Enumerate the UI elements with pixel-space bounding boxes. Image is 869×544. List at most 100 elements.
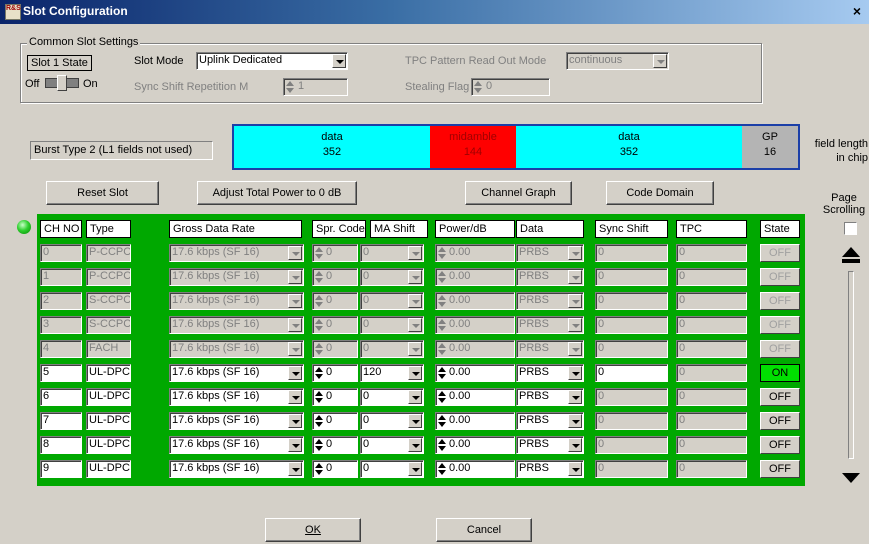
spr-field[interactable]: 0 bbox=[312, 388, 358, 406]
ch-field[interactable]: 9 bbox=[40, 460, 82, 478]
sync-field: 0 bbox=[595, 316, 668, 334]
reset-slot-button[interactable]: Reset Slot bbox=[46, 181, 159, 205]
data-field[interactable]: PRBS bbox=[516, 388, 584, 406]
state-button[interactable]: OFF bbox=[760, 460, 800, 478]
power-field[interactable]: 0.00 bbox=[435, 436, 515, 454]
chevron-down-icon[interactable] bbox=[408, 462, 422, 476]
spr-field[interactable]: 0 bbox=[312, 460, 358, 478]
spinner-icon[interactable] bbox=[315, 366, 323, 380]
scroll-up-icon[interactable] bbox=[840, 245, 862, 267]
ma-field[interactable]: 0 bbox=[360, 436, 424, 454]
rate-value: 17.6 kbps (SF 16) bbox=[172, 246, 260, 258]
type-value: UL-DPCH bbox=[89, 462, 130, 474]
scroll-track[interactable] bbox=[848, 271, 854, 459]
chevron-down-icon[interactable] bbox=[288, 462, 302, 476]
data-field[interactable]: PRBS bbox=[516, 412, 584, 430]
rate-value: 17.6 kbps (SF 16) bbox=[172, 462, 260, 474]
state-button[interactable]: OFF bbox=[760, 292, 800, 310]
spinner-icon[interactable] bbox=[438, 366, 446, 380]
chevron-down-icon[interactable] bbox=[568, 438, 582, 452]
spr-field[interactable]: 0 bbox=[312, 364, 358, 382]
rate-field[interactable]: 17.6 kbps (SF 16) bbox=[169, 412, 304, 430]
rate-field[interactable]: 17.6 kbps (SF 16) bbox=[169, 436, 304, 454]
power-field[interactable]: 0.00 bbox=[435, 412, 515, 430]
ma-field[interactable]: 120 bbox=[360, 364, 424, 382]
ok-button[interactable]: OK bbox=[265, 518, 361, 542]
rate-field[interactable]: 17.6 kbps (SF 16) bbox=[169, 388, 304, 406]
slot-mode-select[interactable]: Uplink Dedicated bbox=[196, 52, 348, 70]
data-field[interactable]: PRBS bbox=[516, 364, 584, 382]
state-button[interactable]: OFF bbox=[760, 316, 800, 334]
state-button[interactable]: OFF bbox=[760, 436, 800, 454]
page-scrollbar[interactable] bbox=[838, 245, 862, 490]
chevron-down-icon[interactable] bbox=[568, 366, 582, 380]
data-value: PRBS bbox=[519, 438, 549, 450]
cancel-button[interactable]: Cancel bbox=[436, 518, 532, 542]
state-button[interactable]: OFF bbox=[760, 388, 800, 406]
close-button[interactable]: × bbox=[849, 4, 865, 18]
state-button[interactable]: OFF bbox=[760, 268, 800, 286]
data-field[interactable]: PRBS bbox=[516, 436, 584, 454]
state-button[interactable]: OFF bbox=[760, 412, 800, 430]
sync-field[interactable]: 0 bbox=[595, 364, 668, 382]
chevron-down-icon[interactable] bbox=[408, 438, 422, 452]
type-field[interactable]: UL-DPCH bbox=[86, 460, 131, 478]
chevron-down-icon[interactable] bbox=[288, 366, 302, 380]
spinner-icon[interactable] bbox=[315, 414, 323, 428]
type-field[interactable]: UL-DPCH bbox=[86, 388, 131, 406]
spr-field[interactable]: 0 bbox=[312, 436, 358, 454]
ch-field[interactable]: 5 bbox=[40, 364, 82, 382]
chevron-down-icon[interactable] bbox=[332, 54, 346, 68]
channel-graph-button[interactable]: Channel Graph bbox=[465, 181, 572, 205]
sync-field: 0 bbox=[595, 268, 668, 286]
chevron-down-icon[interactable] bbox=[288, 414, 302, 428]
column-header: Gross Data Rate bbox=[169, 220, 302, 238]
chevron-down-icon[interactable] bbox=[408, 390, 422, 404]
chevron-down-icon[interactable] bbox=[408, 366, 422, 380]
ma-value: 0 bbox=[363, 390, 370, 402]
data-field[interactable]: PRBS bbox=[516, 460, 584, 478]
power-value: 0.00 bbox=[449, 390, 471, 402]
chevron-down-icon[interactable] bbox=[568, 414, 582, 428]
tpc-value: 0 bbox=[679, 270, 686, 282]
spinner-icon[interactable] bbox=[315, 390, 323, 404]
spinner-icon[interactable] bbox=[438, 414, 446, 428]
power-field[interactable]: 0.00 bbox=[435, 460, 515, 478]
chevron-down-icon[interactable] bbox=[288, 390, 302, 404]
rate-field[interactable]: 17.6 kbps (SF 16) bbox=[169, 460, 304, 478]
ma-field[interactable]: 0 bbox=[360, 412, 424, 430]
rate-field[interactable]: 17.6 kbps (SF 16) bbox=[169, 364, 304, 382]
slot-configuration-window: R&S Slot Configuration × Common Slot Set… bbox=[0, 0, 869, 544]
adjust-power-button[interactable]: Adjust Total Power to 0 dB bbox=[197, 181, 357, 205]
spinner-icon[interactable] bbox=[438, 462, 446, 476]
page-scrolling-checkbox[interactable] bbox=[844, 222, 857, 235]
chevron-down-icon[interactable] bbox=[568, 462, 582, 476]
power-field[interactable]: 0.00 bbox=[435, 364, 515, 382]
chevron-down-icon[interactable] bbox=[408, 414, 422, 428]
ma-field[interactable]: 0 bbox=[360, 388, 424, 406]
chevron-down-icon[interactable] bbox=[288, 438, 302, 452]
code-domain-button[interactable]: Code Domain bbox=[606, 181, 714, 205]
type-field[interactable]: UL-DPCH bbox=[86, 364, 131, 382]
ch-field[interactable]: 6 bbox=[40, 388, 82, 406]
spinner-icon[interactable] bbox=[315, 438, 323, 452]
ch-field[interactable]: 7 bbox=[40, 412, 82, 430]
scroll-down-icon[interactable] bbox=[840, 469, 862, 487]
type-field[interactable]: UL-DPCH bbox=[86, 436, 131, 454]
spinner-icon bbox=[438, 342, 446, 356]
chevron-down-icon[interactable] bbox=[568, 390, 582, 404]
power-field[interactable]: 0.00 bbox=[435, 388, 515, 406]
ch-field[interactable]: 8 bbox=[40, 436, 82, 454]
ma-field[interactable]: 0 bbox=[360, 460, 424, 478]
state-button[interactable]: ON bbox=[760, 364, 800, 382]
slot-state-toggle[interactable] bbox=[45, 75, 79, 91]
spr-field[interactable]: 0 bbox=[312, 412, 358, 430]
spinner-icon[interactable] bbox=[315, 462, 323, 476]
spinner-icon[interactable] bbox=[438, 390, 446, 404]
data-field: PRBS bbox=[516, 292, 584, 310]
state-button[interactable]: OFF bbox=[760, 244, 800, 262]
state-button[interactable]: OFF bbox=[760, 340, 800, 358]
type-value: UL-DPCH bbox=[89, 438, 130, 450]
type-field[interactable]: UL-DPCH bbox=[86, 412, 131, 430]
spinner-icon[interactable] bbox=[438, 438, 446, 452]
